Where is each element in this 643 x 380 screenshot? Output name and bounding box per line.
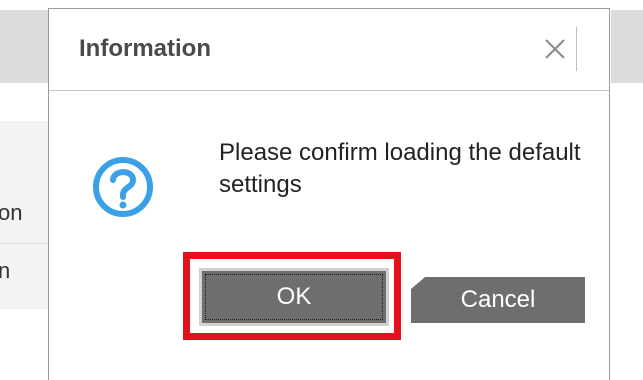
background-toolbar-right — [611, 10, 643, 83]
dialog-message: Please confirm loading the default setti… — [219, 139, 581, 198]
cancel-button[interactable]: Cancel — [411, 277, 585, 323]
close-button[interactable] — [537, 31, 573, 67]
dialog-title: Information — [79, 35, 211, 62]
dialog-header: Information — [49, 9, 609, 91]
ok-button[interactable]: OK — [199, 268, 389, 326]
background-text-fragment: on — [0, 200, 23, 225]
background-divider — [0, 243, 48, 244]
background-text-fragment: n — [0, 258, 11, 283]
header-separator — [576, 27, 577, 71]
information-dialog: Information Please confirm loading the d… — [48, 8, 610, 380]
close-icon — [545, 39, 565, 59]
background-toolbar-left — [0, 10, 48, 83]
screen: on n Information Please confirm loading … — [0, 0, 643, 380]
question-circle-icon — [91, 155, 155, 219]
